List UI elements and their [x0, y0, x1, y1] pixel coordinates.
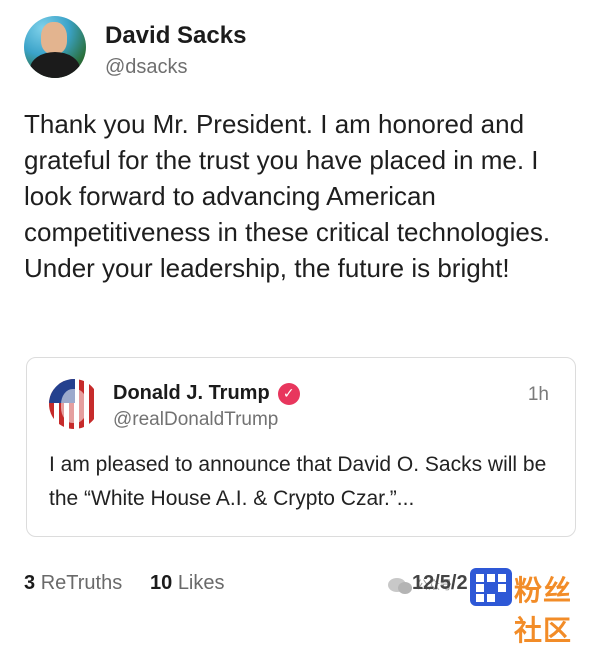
post-text: Thank you Mr. President. I am honored an…	[24, 109, 551, 283]
quoted-post-text: I am pleased to announce that David O. S…	[49, 453, 547, 510]
author-avatar[interactable]	[24, 16, 86, 78]
likes-count: 10	[150, 572, 173, 594]
quoted-post-card[interactable]: Donald J. Trump ✓ @realDonaldTrump 1h I …	[26, 357, 576, 537]
quoted-author-display-name[interactable]: Donald J. Trump	[113, 382, 270, 405]
author-display-name[interactable]: David Sacks	[105, 21, 246, 51]
quoted-post-timestamp: 1h	[527, 384, 549, 405]
quoted-author-handle[interactable]: @realDonaldTrump	[113, 409, 278, 431]
quoted-author-avatar[interactable]	[49, 379, 99, 429]
watermark-brand-text: 粉丝社区	[514, 575, 573, 646]
retruths-stat[interactable]: 3 ReTruths	[24, 572, 122, 595]
author-handle[interactable]: @dsacks	[105, 53, 246, 81]
retruths-label: ReTruths	[40, 572, 123, 594]
avatar-head-shape	[41, 22, 67, 54]
watermark-logo-icon	[470, 568, 512, 606]
wechat-icon	[388, 578, 412, 594]
truth-post: David Sacks @dsacks Thank you Mr. Presid…	[0, 0, 600, 646]
quoted-name-row: Donald J. Trump ✓	[113, 382, 300, 405]
avatar-face-shape	[61, 389, 87, 423]
retruths-count: 3	[24, 572, 36, 594]
author-name-block: David Sacks @dsacks	[105, 21, 246, 81]
verified-badge-icon: ✓	[277, 382, 300, 405]
post-date: 12/5/2	[412, 572, 468, 594]
likes-stat[interactable]: 10 Likes	[150, 572, 225, 595]
post-header: David Sacks @dsacks	[24, 16, 246, 81]
likes-label: Likes	[177, 572, 225, 594]
avatar-body-shape	[30, 52, 80, 78]
